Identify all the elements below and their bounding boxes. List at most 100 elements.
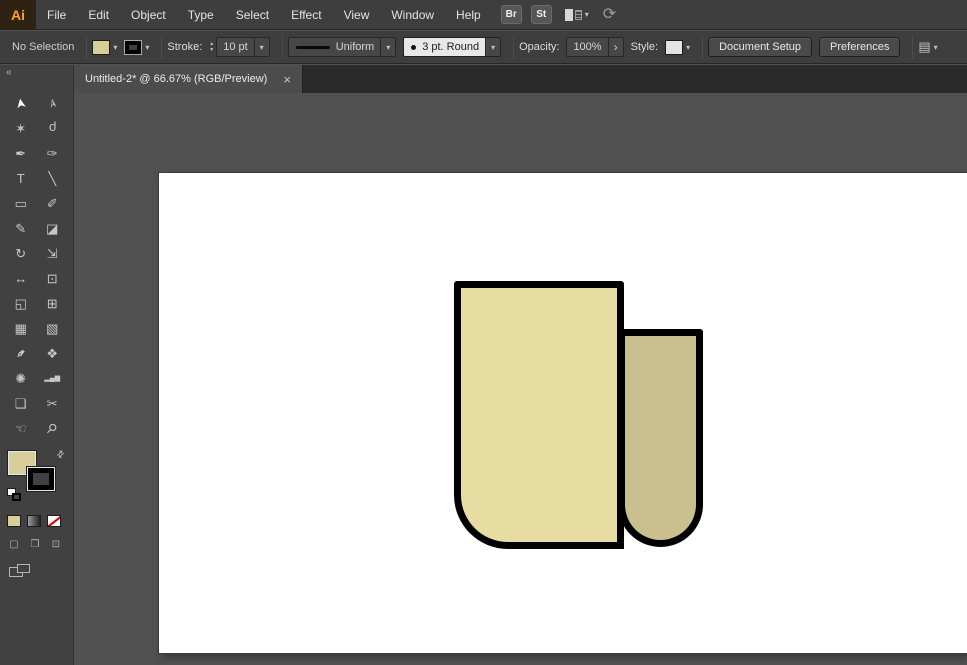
stock-button[interactable]: St xyxy=(531,5,552,24)
menu-file[interactable]: File xyxy=(36,0,77,30)
brush-definition-field[interactable]: 3 pt. Round ▾ xyxy=(403,37,501,57)
stroke-weight-field[interactable]: 10 pt ▾ xyxy=(216,37,269,57)
layout-lines xyxy=(575,10,582,20)
opacity-label[interactable]: Opacity: xyxy=(519,41,559,53)
chevron-down-icon[interactable]: ▾ xyxy=(485,38,500,56)
shape-builder-tool[interactable]: ◱ xyxy=(5,291,37,316)
direct-selection-tool[interactable]: ➢ xyxy=(37,91,69,116)
symbol-sprayer-tool[interactable]: ✺ xyxy=(5,366,37,391)
menu-bar: Ai FileEditObjectTypeSelectEffectViewWin… xyxy=(0,0,967,30)
fill-color-control[interactable]: ▾ xyxy=(92,40,117,55)
column-graph-tool[interactable]: ▂▄▆ xyxy=(37,366,69,391)
width-profile-value[interactable]: Uniform xyxy=(330,41,381,53)
pen-tool[interactable]: ✒ xyxy=(5,141,37,166)
menu-view[interactable]: View xyxy=(333,0,381,30)
menu-type[interactable]: Type xyxy=(177,0,225,30)
stroke-weight-value[interactable]: 10 pt xyxy=(217,41,253,53)
chevron-down-icon[interactable]: ▾ xyxy=(113,43,117,52)
chevron-down-icon[interactable]: ▾ xyxy=(585,10,589,19)
curvature-tool[interactable]: ✑ xyxy=(37,141,69,166)
menu-help[interactable]: Help xyxy=(445,0,492,30)
separator xyxy=(282,35,283,59)
free-transform-tool[interactable]: ⊡ xyxy=(37,266,69,291)
opacity-value[interactable]: 100% xyxy=(567,41,607,53)
collapse-panel-icon[interactable]: « xyxy=(6,67,12,78)
style-control[interactable]: ▾ xyxy=(665,40,690,55)
type-tool-icon: T xyxy=(17,172,25,185)
stroke-label[interactable]: Stroke: xyxy=(167,41,202,53)
default-fill-stroke-icon[interactable] xyxy=(7,488,23,502)
draw-inside-mode[interactable]: ⊡ xyxy=(48,537,64,552)
line-segment-tool[interactable]: ╲ xyxy=(37,166,69,191)
scale-tool[interactable]: ⇲ xyxy=(37,241,69,266)
style-swatch[interactable] xyxy=(665,40,683,55)
sync-status-icon[interactable]: ⟳ xyxy=(603,0,616,30)
eraser-tool[interactable]: ◪ xyxy=(37,216,69,241)
magic-wand-tool[interactable]: ✶ xyxy=(5,116,37,141)
rotate-tool[interactable]: ↻ xyxy=(5,241,37,266)
preferences-button[interactable]: Preferences xyxy=(819,37,900,57)
free-transform-tool-icon: ⊡ xyxy=(47,272,58,285)
gradient-tool[interactable]: ▧ xyxy=(37,316,69,341)
opacity-panel-arrow-icon[interactable]: › xyxy=(608,38,623,56)
draw-behind-mode[interactable]: ❐ xyxy=(27,537,43,552)
selection-status: No Selection xyxy=(12,41,74,53)
perspective-grid-tool[interactable]: ⊞ xyxy=(37,291,69,316)
blend-tool[interactable]: ❖ xyxy=(37,341,69,366)
width-profile-field[interactable]: Uniform ▾ xyxy=(288,37,397,57)
swap-fill-stroke-icon[interactable]: ⇄ xyxy=(55,448,68,461)
lasso-tool[interactable]: ρ xyxy=(37,116,69,141)
stroke-color-control[interactable]: ▾ xyxy=(124,40,149,55)
large-rounded-rectangle-shape[interactable] xyxy=(454,281,624,549)
pencil-tool[interactable]: ✎ xyxy=(5,216,37,241)
small-rounded-rectangle-shape[interactable] xyxy=(618,329,703,547)
mesh-tool[interactable]: ▦ xyxy=(5,316,37,341)
eyedropper-tool[interactable]: ✒ xyxy=(5,341,37,366)
chevron-down-icon[interactable]: ▾ xyxy=(254,38,269,56)
chevron-down-icon[interactable]: ▾ xyxy=(686,43,690,52)
menu-effect[interactable]: Effect xyxy=(280,0,332,30)
style-label[interactable]: Style: xyxy=(631,41,659,53)
none-slash-icon xyxy=(47,516,61,527)
type-tool[interactable]: T xyxy=(5,166,37,191)
opacity-field[interactable]: 100% › xyxy=(566,37,623,57)
stepper-down-icon[interactable]: ▼ xyxy=(209,47,214,53)
stroke-proxy-swatch[interactable] xyxy=(27,467,55,491)
selection-tool[interactable]: ➤ xyxy=(5,91,37,116)
width-tool[interactable]: ↔ xyxy=(5,266,37,291)
gradient-button[interactable] xyxy=(27,515,41,527)
color-button[interactable] xyxy=(7,515,21,527)
slice-tool[interactable]: ✂ xyxy=(37,391,69,416)
hand-tool[interactable]: ☜ xyxy=(5,416,37,441)
tools-grid: ➤ ➢ ✶ ρ ✒ ✑ T ╲ ▭ ✐ ✎ ◪ xyxy=(0,91,73,441)
rectangle-tool[interactable]: ▭ xyxy=(5,191,37,216)
eraser-tool-icon: ◪ xyxy=(46,222,58,235)
document-tab[interactable]: Untitled-2* @ 66.67% (RGB/Preview) × xyxy=(74,65,303,93)
zoom-tool[interactable]: ⚲ xyxy=(37,416,69,441)
menu-object[interactable]: Object xyxy=(120,0,177,30)
fill-color-swatch[interactable] xyxy=(92,40,110,55)
tab-close-icon[interactable]: × xyxy=(283,72,291,87)
workspace-icon[interactable]: ▤ xyxy=(918,39,930,55)
chevron-down-icon[interactable]: ▾ xyxy=(934,43,938,52)
stroke-weight-stepper[interactable]: ▲▼ xyxy=(209,41,214,53)
stroke-color-swatch[interactable] xyxy=(124,40,142,55)
menu-edit[interactable]: Edit xyxy=(77,0,120,30)
document-tab-strip: Untitled-2* @ 66.67% (RGB/Preview) × xyxy=(74,65,967,93)
paintbrush-tool[interactable]: ✐ xyxy=(37,191,69,216)
brush-definition-value[interactable]: 3 pt. Round xyxy=(416,41,485,53)
screen-mode-button[interactable] xyxy=(9,564,33,579)
draw-normal-mode[interactable]: ▢ xyxy=(6,537,22,552)
document-setup-button[interactable]: Document Setup xyxy=(708,37,812,57)
workspace-control[interactable]: ▤ ▾ xyxy=(918,39,937,55)
chevron-down-icon[interactable]: ▾ xyxy=(145,43,149,52)
none-button[interactable] xyxy=(47,515,61,527)
workspace-layout-icon[interactable] xyxy=(565,9,582,21)
menu-window[interactable]: Window xyxy=(380,0,445,30)
bridge-button[interactable]: Br xyxy=(501,5,522,24)
artboard-tool[interactable]: ❏ xyxy=(5,391,37,416)
shape-builder-tool-icon: ◱ xyxy=(15,297,27,310)
separator xyxy=(161,35,162,59)
menu-select[interactable]: Select xyxy=(225,0,280,30)
chevron-down-icon[interactable]: ▾ xyxy=(380,38,395,56)
